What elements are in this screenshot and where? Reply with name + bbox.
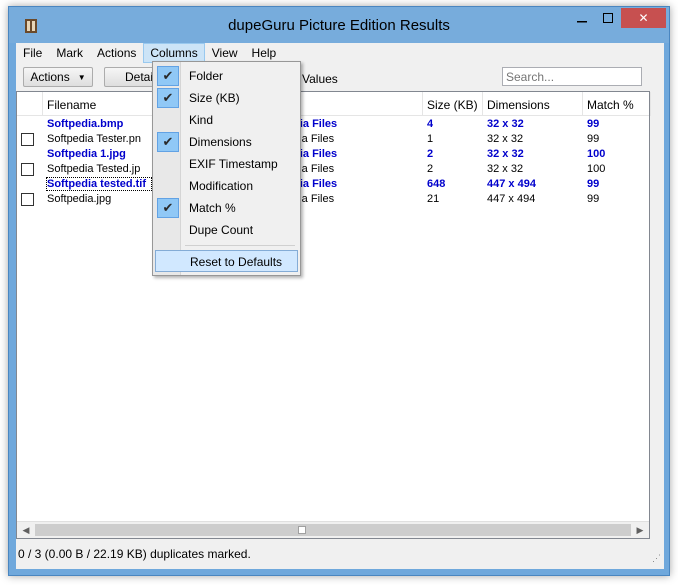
- checkmark-icon: ✔: [157, 132, 179, 152]
- table-header: Filename ▲ Size (KB) Dimensions Match %: [17, 92, 651, 116]
- column-item-exif-timestamp[interactable]: EXIF Timestamp: [155, 153, 298, 175]
- cell-size: 4: [427, 118, 434, 130]
- cell-filename: Softpedia tested.tif: [46, 177, 152, 191]
- column-item-dupe-count[interactable]: Dupe Count: [155, 219, 298, 241]
- cell-match: 99: [587, 118, 600, 130]
- search-input[interactable]: [502, 67, 642, 86]
- cell-folder: edia Files: [287, 163, 335, 175]
- cell-folder: edia Files: [287, 148, 338, 160]
- column-item-match[interactable]: ✔ Match %: [155, 197, 298, 219]
- minimize-icon: [577, 21, 587, 23]
- cell-match: 100: [587, 163, 606, 175]
- cell-dimensions: 32 x 32: [487, 118, 524, 130]
- cell-match: 99: [587, 178, 600, 190]
- table-row[interactable]: Softpedia Tested.jp edia Files 2 32 x 32…: [17, 162, 649, 177]
- horizontal-scrollbar[interactable]: ◀ ▶: [17, 521, 649, 538]
- column-item-folder[interactable]: ✔ Folder: [155, 65, 298, 87]
- cell-filename: Softpedia 1.jpg: [47, 148, 126, 160]
- scroll-thumb[interactable]: [35, 524, 631, 536]
- menu-help[interactable]: Help: [245, 43, 284, 63]
- checkmark-icon: ✔: [157, 66, 179, 86]
- actions-button-label: Actions: [30, 70, 70, 84]
- columns-dropdown-menu: ✔ Folder ✔ Size (KB) Kind ✔ Dimensions E…: [152, 61, 301, 276]
- actions-button[interactable]: Actions ▼: [23, 67, 93, 87]
- row-checkbox[interactable]: [21, 193, 34, 206]
- maximize-icon: [603, 13, 613, 23]
- header-dimensions[interactable]: Dimensions: [483, 92, 583, 116]
- header-match[interactable]: Match %: [583, 92, 651, 116]
- cell-filename: Softpedia Tester.pn: [47, 133, 141, 145]
- title-bar[interactable]: dupeGuru Picture Edition Results ✕: [9, 7, 669, 43]
- maximize-button[interactable]: [595, 8, 621, 28]
- checkmark-icon: ✔: [157, 88, 179, 108]
- status-bar: 0 / 3 (0.00 B / 22.19 KB) duplicates mar…: [16, 543, 664, 565]
- reset-to-defaults-item[interactable]: Reset to Defaults: [155, 250, 298, 272]
- dropdown-arrow-icon: ▼: [77, 72, 86, 82]
- menu-bar: File Mark Actions Columns View Help: [16, 43, 664, 63]
- table-row[interactable]: Softpedia Tester.pn edia Files 1 32 x 32…: [17, 132, 649, 147]
- column-item-dimensions[interactable]: ✔ Dimensions: [155, 131, 298, 153]
- status-text: 0 / 3 (0.00 B / 22.19 KB) duplicates mar…: [18, 547, 251, 561]
- menu-view[interactable]: View: [205, 43, 245, 63]
- table-row[interactable]: Softpedia tested.tif edia Files 648 447 …: [17, 177, 649, 192]
- cell-filename: Softpedia.bmp: [47, 118, 124, 130]
- cell-filename: Softpedia.jpg: [47, 193, 112, 205]
- header-marked[interactable]: [17, 92, 43, 116]
- menu-columns[interactable]: Columns: [143, 43, 205, 63]
- app-window: dupeGuru Picture Edition Results ✕ File …: [8, 6, 670, 576]
- close-icon: ✕: [638, 11, 649, 25]
- cell-dimensions: 447 x 494: [487, 193, 536, 205]
- column-item-kind[interactable]: Kind: [155, 109, 298, 131]
- close-button[interactable]: ✕: [621, 8, 666, 28]
- column-item-size[interactable]: ✔ Size (KB): [155, 87, 298, 109]
- cell-match: 99: [587, 193, 600, 205]
- cell-size: 648: [427, 178, 446, 190]
- cell-dimensions: 32 x 32: [487, 133, 524, 145]
- resize-grip-icon[interactable]: ⋰: [652, 553, 662, 563]
- row-checkbox[interactable]: [21, 163, 34, 176]
- cell-size: 2: [427, 163, 434, 175]
- cell-match: 100: [587, 148, 606, 160]
- cell-folder: edia Files: [287, 118, 338, 130]
- minimize-button[interactable]: [569, 8, 595, 28]
- cell-dimensions: 447 x 494: [487, 178, 536, 190]
- table-row[interactable]: Softpedia.jpg edia Files 21 447 x 494 99: [17, 192, 649, 207]
- menu-separator: [185, 245, 295, 246]
- results-table[interactable]: Filename ▲ Size (KB) Dimensions Match % …: [16, 91, 651, 539]
- cell-size: 2: [427, 148, 434, 160]
- menu-file[interactable]: File: [16, 43, 49, 63]
- cell-filename: Softpedia Tested.jp: [47, 163, 141, 175]
- row-checkbox[interactable]: [21, 133, 34, 146]
- menu-actions[interactable]: Actions: [90, 43, 143, 63]
- scroll-right-icon[interactable]: ▶: [632, 524, 648, 537]
- table-row[interactable]: Softpedia 1.jpg edia Files 2 32 x 32 100: [17, 147, 649, 162]
- scroll-left-icon[interactable]: ◀: [18, 524, 34, 537]
- table-row[interactable]: Softpedia.bmp edia Files 4 32 x 32 99: [17, 117, 649, 132]
- cell-dimensions: 32 x 32: [487, 163, 524, 175]
- scroll-grip-icon: [298, 526, 306, 534]
- cell-dimensions: 32 x 32: [487, 148, 524, 160]
- column-item-modification[interactable]: Modification: [155, 175, 298, 197]
- cell-match: 99: [587, 133, 600, 145]
- header-size[interactable]: Size (KB): [423, 92, 483, 116]
- toolbar: Actions ▼ Details lta Values: [16, 65, 664, 91]
- menu-mark[interactable]: Mark: [49, 43, 90, 63]
- cell-folder: edia Files: [287, 178, 338, 190]
- cell-folder: edia Files: [287, 133, 335, 145]
- cell-folder: edia Files: [287, 193, 335, 205]
- checkmark-icon: ✔: [157, 198, 179, 218]
- client-area: File Mark Actions Columns View Help Acti…: [16, 43, 664, 569]
- cell-size: 21: [427, 193, 440, 205]
- cell-size: 1: [427, 133, 434, 145]
